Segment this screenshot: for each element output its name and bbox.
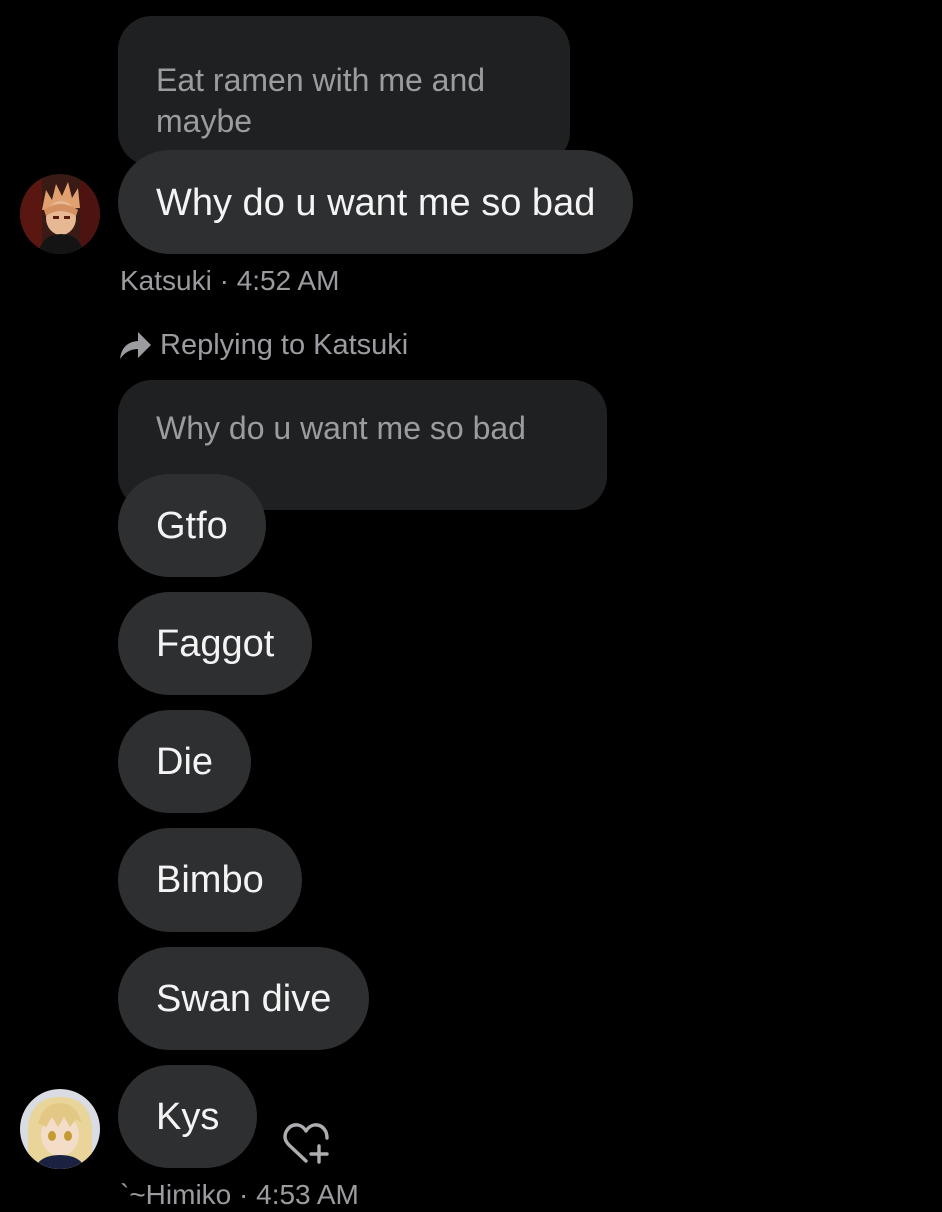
message-bubble[interactable]: Why do u want me so bad — [118, 150, 634, 254]
quoted-message[interactable]: Eat ramen with me and maybe — [118, 16, 570, 166]
message-bubble[interactable]: Faggot — [118, 592, 313, 695]
message-bubble[interactable]: Swan dive — [118, 947, 370, 1050]
quoted-message-text: Eat ramen with me and maybe — [156, 62, 486, 139]
replying-to-label: Replying to Katsuki — [118, 325, 408, 365]
replying-to-text: Replying to Katsuki — [160, 328, 409, 361]
reply-arrow-icon — [120, 332, 151, 359]
message-text: Swan dive — [156, 978, 332, 1020]
message-text: Gtfo — [156, 505, 228, 547]
message-bubble[interactable]: Gtfo — [118, 474, 266, 577]
message-text: Faggot — [156, 623, 275, 665]
chat-thread: Eat ramen with me and maybe Why do u wan… — [0, 0, 942, 1210]
message-meta: `~Himiko · 4:53 AM — [120, 1179, 359, 1210]
message-text: Bimbo — [156, 859, 264, 901]
message-bubble[interactable]: Kys — [118, 1065, 258, 1168]
message-bubble[interactable]: Die — [118, 710, 252, 813]
himiko-avatar[interactable] — [20, 1089, 100, 1169]
message-meta: Katsuki · 4:52 AM — [120, 265, 340, 296]
reply-quoted-text: Why do u want me so bad — [156, 410, 526, 446]
heart-plus-icon[interactable] — [283, 1121, 333, 1167]
message-text: Kys — [156, 1096, 220, 1138]
message-bubble[interactable]: Bimbo — [118, 828, 302, 932]
katsuki-avatar[interactable] — [20, 174, 100, 254]
message-text: Die — [156, 741, 214, 783]
message-text: Why do u want me so bad — [156, 182, 596, 224]
